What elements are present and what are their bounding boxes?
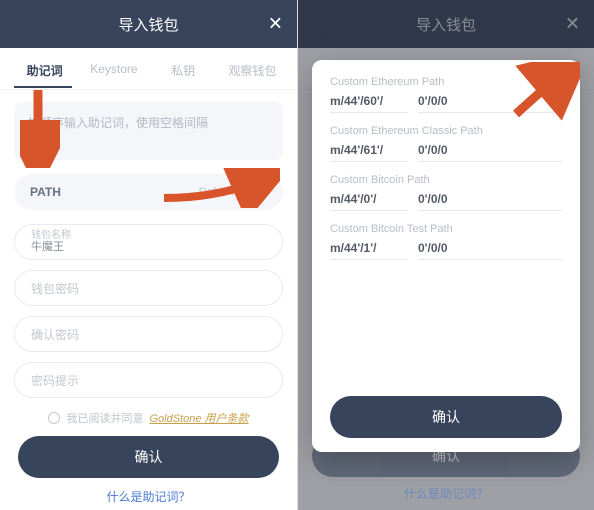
path-etc-prefix[interactable]: m/44'/61'/ (330, 143, 408, 162)
confirm-button[interactable]: 确认 (18, 436, 279, 478)
help-link-text: 什么是助记词？ (106, 490, 190, 504)
terms-row: 我已阅读并同意 GoldStone 用户条款 (14, 410, 283, 426)
tab-mnemonic[interactable]: 助记词 (12, 48, 77, 89)
tab-keystore[interactable]: Keystore (81, 48, 146, 89)
confirm-button-label: 确认 (135, 447, 163, 467)
tab-underline (14, 86, 72, 88)
header-title: 导入钱包 (118, 14, 178, 35)
tabs: 助记词 Keystore 私钥 观察钱包 (0, 48, 297, 90)
chevron-right-icon: › (263, 186, 267, 198)
wallet-name-field[interactable]: 钱包名称 牛魔王 (14, 224, 283, 260)
wallet-password-placeholder: 钱包密码 (31, 280, 266, 297)
tab-privatekey[interactable]: 私钥 (151, 48, 216, 89)
path-row[interactable]: PATH Default Path › (14, 174, 283, 210)
terms-link[interactable]: GoldStone 用户条款 (149, 410, 248, 426)
path-title-eth: Custom Ethereum Path (330, 76, 562, 88)
mnemonic-placeholder: 按顺序输入助记词，使用空格间隔 (28, 116, 208, 130)
path-modal: Custom Ethereum Path m/44'/60'/ 0'/0/0 C… (312, 60, 580, 452)
path-group-btctest: Custom Bitcoin Test Path m/44'/1'/ 0'/0/… (330, 223, 562, 260)
path-group-eth: Custom Ethereum Path m/44'/60'/ 0'/0/0 (330, 76, 562, 113)
wallet-name-value: 牛魔王 (31, 241, 266, 253)
path-label: PATH (30, 185, 61, 199)
path-group-etc: Custom Ethereum Classic Path m/44'/61'/ … (330, 125, 562, 162)
path-group-btc: Custom Bitcoin Path m/44'/0'/ 0'/0/0 (330, 174, 562, 211)
path-value: Default Path › (199, 186, 267, 198)
password-hint-field[interactable]: 密码提示 (14, 362, 283, 398)
header: 导入钱包 ✕ (0, 0, 297, 48)
path-title-etc: Custom Ethereum Classic Path (330, 125, 562, 137)
content-left: 按顺序输入助记词，使用空格间隔 PATH Default Path › 钱包名称… (0, 90, 297, 510)
wallet-password-field[interactable]: 钱包密码 (14, 270, 283, 306)
bg-help-text: 什么是助记词？ (404, 487, 488, 501)
modal-confirm-button[interactable]: 确认 (330, 396, 562, 438)
close-icon[interactable]: ✕ (268, 14, 283, 35)
terms-checkbox[interactable] (48, 412, 60, 424)
phone-left: 导入钱包 ✕ 助记词 Keystore 私钥 观察钱包 按顺序输入助记词，使用空… (0, 0, 297, 510)
path-btctest-suffix[interactable]: 0'/0/0 (418, 241, 562, 260)
mnemonic-input[interactable]: 按顺序输入助记词，使用空格间隔 (14, 102, 283, 160)
path-eth-prefix[interactable]: m/44'/60'/ (330, 94, 408, 113)
path-title-btctest: Custom Bitcoin Test Path (330, 223, 562, 235)
path-btc-suffix[interactable]: 0'/0/0 (418, 192, 562, 211)
path-title-btc: Custom Bitcoin Path (330, 174, 562, 186)
bg-help-link: 什么是助记词？ (312, 485, 580, 502)
path-btctest-prefix[interactable]: m/44'/1'/ (330, 241, 408, 260)
path-value-text: Default Path (199, 186, 260, 198)
path-btc-prefix[interactable]: m/44'/0'/ (330, 192, 408, 211)
confirm-password-placeholder: 确认密码 (31, 326, 266, 343)
path-etc-suffix[interactable]: 0'/0/0 (418, 143, 562, 162)
modal-confirm-label: 确认 (432, 407, 460, 427)
terms-prefix: 我已阅读并同意 (66, 410, 143, 426)
help-link[interactable]: 什么是助记词？ (14, 488, 283, 510)
confirm-password-field[interactable]: 确认密码 (14, 316, 283, 352)
path-eth-suffix[interactable]: 0'/0/0 (418, 94, 562, 113)
wallet-name-label: 钱包名称 (31, 230, 266, 241)
tab-watch[interactable]: 观察钱包 (220, 48, 285, 89)
password-hint-placeholder: 密码提示 (31, 372, 266, 389)
phone-right: 导入钱包 ✕ 助记词 Keystore 私钥 观察钱包 确认 什么是助记词？ C… (297, 0, 594, 510)
